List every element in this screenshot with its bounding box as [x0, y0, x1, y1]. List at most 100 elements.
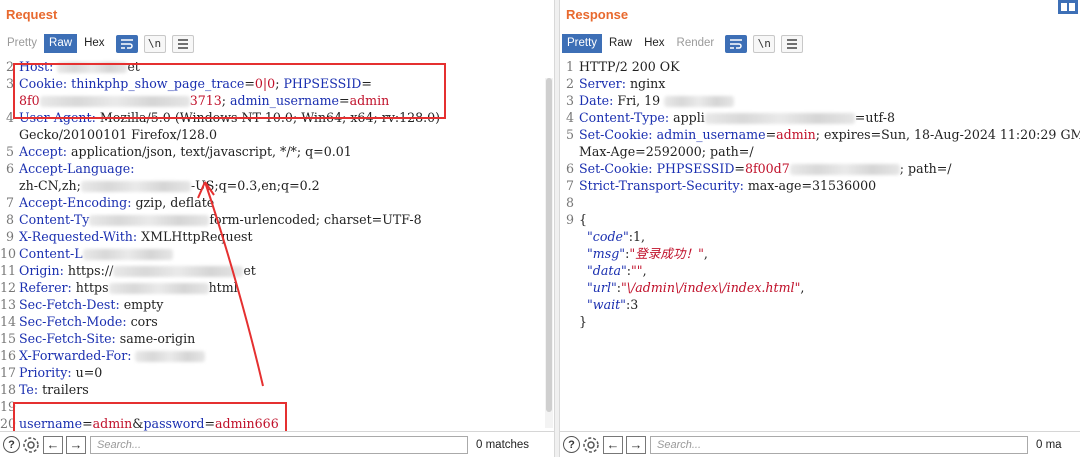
line-number: 6: [565, 161, 574, 176]
code-token: Server:: [579, 76, 630, 91]
line-number: 8: [565, 195, 574, 210]
code-line: "msg":"登录成功！",: [560, 245, 1080, 262]
code-token: =: [734, 161, 745, 176]
response-tab-pretty[interactable]: Pretty: [562, 34, 603, 53]
split-horizontal-icon[interactable]: [1058, 0, 1078, 14]
line-text: Server: nginx: [574, 76, 665, 91]
code-token: admin_username: [656, 127, 766, 142]
code-token: Fri, 19: [617, 93, 665, 108]
code-token: ,: [800, 280, 805, 295]
request-match-count: 0 matches: [476, 438, 530, 451]
code-line: 9{: [560, 211, 1080, 228]
line-text: Set-Cookie: PHPSESSID=8f00d7 ; path=/: [574, 161, 952, 176]
code-line: 1 HTTP/2 200 OK: [560, 58, 1080, 75]
line-number: 2: [565, 76, 574, 91]
code-token: {: [579, 212, 588, 227]
line-number: 1: [565, 59, 574, 74]
line-number: 3: [565, 93, 574, 108]
code-token: Content-Type:: [579, 110, 674, 125]
code-token: =: [765, 127, 777, 142]
code-token: Strict-Transport-Security:: [579, 178, 748, 193]
line-text: "wait":3: [574, 297, 638, 312]
code-line: 2 Server: nginx: [560, 75, 1080, 92]
code-line: 6 Set-Cookie: PHPSESSID=8f00d7 ; path=/: [560, 160, 1080, 177]
line-text: "url":"\/admin\/index\/index.html",: [574, 280, 804, 295]
code-line: "wait":3: [560, 296, 1080, 313]
help-icon[interactable]: ?: [3, 436, 20, 453]
line-text: Strict-Transport-Security: max-age=31536…: [574, 178, 876, 193]
code-token: ; expires=Sun, 18-Aug-2024 11:20:29 GM: [815, 127, 1080, 142]
code-token: "wait": [587, 297, 626, 312]
line-text: "code":1,: [574, 229, 645, 244]
arrow-left-icon[interactable]: ←: [603, 435, 623, 454]
arrow-right-icon[interactable]: →: [66, 435, 86, 454]
code-line: }: [560, 313, 1080, 330]
response-editor[interactable]: 1 HTTP/2 200 OK 2 Server: nginx 3 Date: Fri, …: [560, 58, 1080, 330]
response-title: Response: [566, 7, 629, 22]
code-token: "\/admin\/index\/index.html": [621, 280, 801, 295]
response-tab-raw[interactable]: Raw: [604, 34, 637, 53]
request-pane: Request Pretty Raw Hex \n 2 Host: et 3 Cook…: [0, 0, 554, 457]
code-token: }: [579, 314, 588, 329]
code-token: admin: [776, 127, 816, 142]
code-token: :3: [625, 297, 639, 312]
request-search-input[interactable]: Search...: [90, 435, 468, 454]
code-line: Max-Age=2592000; path=/: [560, 143, 1080, 160]
arrow-left-icon[interactable]: ←: [43, 435, 63, 454]
code-token: ,: [703, 246, 708, 261]
response-toolbar: Pretty Raw Hex Render \n: [562, 34, 804, 53]
redacted-text: [704, 113, 855, 124]
line-number: 7: [565, 178, 574, 193]
line-text: "data":"",: [574, 263, 647, 278]
code-token: Set-Cookie:: [579, 127, 657, 142]
code-line: 7 Strict-Transport-Security: max-age=3153…: [560, 177, 1080, 194]
code-line: 4 Content-Type: appli =utf-8: [560, 109, 1080, 126]
code-token: PHPSESSID: [656, 161, 735, 176]
code-token: ,: [642, 263, 647, 278]
gear-icon[interactable]: [582, 436, 600, 454]
newline-icon[interactable]: \n: [753, 34, 776, 53]
line-text: }: [574, 314, 587, 329]
code-token: "url": [587, 280, 617, 295]
code-token: :1,: [628, 229, 646, 244]
word-wrap-icon[interactable]: [725, 34, 748, 53]
code-token: "登录成功！": [629, 246, 704, 261]
code-line: 8: [560, 194, 1080, 211]
line-number: 9: [565, 212, 574, 227]
response-search-input[interactable]: Search...: [650, 435, 1028, 454]
response-search-bar: ? ← → Search... 0 ma: [560, 431, 1080, 457]
line-text: [574, 195, 579, 210]
line-text: Date: Fri, 19: [574, 93, 735, 108]
code-line: "code":1,: [560, 228, 1080, 245]
redacted-text: [664, 96, 735, 107]
request-scrollbar[interactable]: [545, 78, 553, 428]
response-tab-render[interactable]: Render: [672, 34, 720, 53]
code-line: "url":"\/admin\/index\/index.html",: [560, 279, 1080, 296]
menu-icon[interactable]: [781, 34, 804, 53]
arrow-right-icon[interactable]: →: [626, 435, 646, 454]
code-line: 5 Set-Cookie: admin_username=admin; expir…: [560, 126, 1080, 143]
code-token: "code": [587, 229, 629, 244]
response-tab-hex[interactable]: Hex: [639, 34, 669, 53]
code-token: Date:: [579, 93, 618, 108]
code-token: "": [631, 263, 643, 278]
line-number: 5: [565, 127, 574, 142]
request-scrollbar-thumb[interactable]: [546, 78, 552, 412]
line-text: Max-Age=2592000; path=/: [574, 144, 754, 159]
code-token: ; path=/: [899, 161, 952, 176]
help-icon[interactable]: ?: [563, 436, 580, 453]
code-token: Max-Age=2592000; path=/: [579, 144, 754, 159]
code-line: 3 Date: Fri, 19: [560, 92, 1080, 109]
response-pane: Response Pretty Raw Hex Render \n 1 HTTP/…: [560, 0, 1080, 457]
code-token: max-age=31536000: [747, 178, 877, 193]
code-token: appli: [673, 110, 705, 125]
gear-icon[interactable]: [22, 436, 40, 454]
code-token: Set-Cookie:: [579, 161, 657, 176]
layout-switcher: [1058, 0, 1078, 14]
code-token: "data": [587, 263, 627, 278]
